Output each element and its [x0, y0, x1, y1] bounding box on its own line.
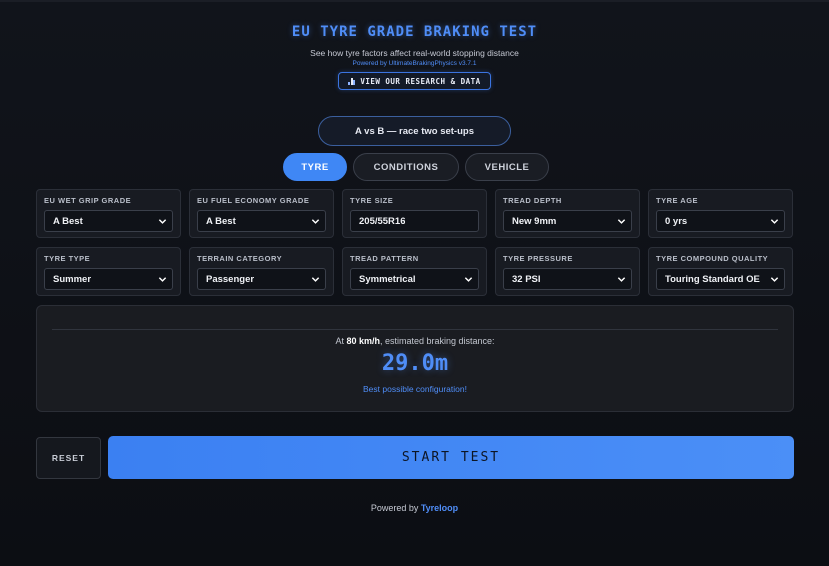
field-label: TYRE TYPE	[44, 254, 91, 263]
settings-row: EU WET GRIP GRADE A Best EU FUEL ECONOMY…	[36, 189, 794, 238]
chevron-down-icon	[464, 275, 473, 284]
tyre-size-field: TYRE SIZE 205/55R16	[342, 189, 487, 238]
compare-setups-button[interactable]: A vs B — race two set-ups	[318, 116, 511, 146]
footer-credit: Powered by Tyreloop	[0, 503, 829, 513]
result-note: Best possible configuration!	[363, 384, 467, 394]
chevron-down-icon	[770, 217, 779, 226]
header: EU TYRE GRADE BRAKING TEST See how tyre …	[0, 24, 829, 90]
select-value: Symmetrical	[359, 273, 416, 285]
research-data-button[interactable]: VIEW OUR RESEARCH & DATA	[338, 72, 491, 90]
select-value: Passenger	[206, 273, 255, 285]
tyreloop-link[interactable]: Tyreloop	[421, 503, 458, 513]
page-subtitle: See how tyre factors affect real-world s…	[310, 48, 519, 58]
tread-depth-field: TREAD DEPTH New 9mm	[495, 189, 640, 238]
settings-tabs: TYRE CONDITIONS VEHICLE	[283, 153, 549, 181]
settings-row: TYRE TYPE Summer TERRAIN CATEGORY Passen…	[36, 247, 794, 296]
tyre-settings-grid: EU WET GRIP GRADE A Best EU FUEL ECONOMY…	[36, 189, 794, 305]
physics-engine-credit: Powered by UltimateBrakingPhysics v3.7.1	[352, 60, 477, 67]
chevron-down-icon	[311, 275, 320, 284]
tyre-type-select[interactable]: Summer	[44, 268, 173, 290]
tyre-pressure-field: TYRE PRESSURE 32 PSI	[495, 247, 640, 296]
select-value: A Best	[206, 215, 236, 227]
tyre-type-field: TYRE TYPE Summer	[36, 247, 181, 296]
wet-grip-field: EU WET GRIP GRADE A Best	[36, 189, 181, 238]
tab-conditions[interactable]: CONDITIONS	[353, 153, 459, 181]
select-value: Summer	[53, 273, 92, 285]
field-label: TYRE AGE	[656, 196, 699, 205]
result-panel: At 80 km/h, estimated braking distance: …	[36, 305, 794, 412]
field-label: TREAD DEPTH	[503, 196, 562, 205]
page-title: EU TYRE GRADE BRAKING TEST	[291, 24, 538, 40]
select-value: New 9mm	[512, 215, 557, 227]
result-description: At 80 km/h, estimated braking distance:	[37, 336, 793, 346]
field-label: TYRE COMPOUND QUALITY	[656, 254, 769, 263]
fuel-economy-select[interactable]: A Best	[197, 210, 326, 232]
tyre-size-input[interactable]: 205/55R16	[350, 210, 479, 232]
result-prefix: At	[335, 336, 347, 346]
tyre-age-select[interactable]: 0 yrs	[656, 210, 785, 232]
field-label: TREAD PATTERN	[350, 254, 419, 263]
tread-pattern-field: TREAD PATTERN Symmetrical	[342, 247, 487, 296]
chevron-down-icon	[158, 275, 167, 284]
footer-prefix: Powered by	[370, 503, 421, 513]
fuel-economy-field: EU FUEL ECONOMY GRADE A Best	[189, 189, 334, 238]
field-label: EU WET GRIP GRADE	[44, 196, 132, 205]
field-label: EU FUEL ECONOMY GRADE	[197, 196, 310, 205]
input-value: 205/55R16	[359, 215, 406, 227]
select-value: Touring Standard OE	[665, 273, 760, 285]
start-test-button[interactable]: START TEST	[108, 436, 794, 479]
chevron-down-icon	[770, 275, 779, 284]
wet-grip-select[interactable]: A Best	[44, 210, 173, 232]
bar-chart-icon	[348, 77, 356, 85]
chevron-down-icon	[617, 275, 626, 284]
select-value: 0 yrs	[665, 215, 688, 227]
field-label: TYRE SIZE	[350, 196, 394, 205]
reset-button[interactable]: RESET	[36, 437, 101, 479]
chevron-down-icon	[617, 217, 626, 226]
divider	[52, 329, 778, 330]
chevron-down-icon	[158, 217, 167, 226]
tread-pattern-select[interactable]: Symmetrical	[350, 268, 479, 290]
result-speed: 80 km/h	[346, 336, 380, 346]
chevron-down-icon	[311, 217, 320, 226]
select-value: A Best	[53, 215, 83, 227]
tread-depth-select[interactable]: New 9mm	[503, 210, 632, 232]
tyre-pressure-select[interactable]: 32 PSI	[503, 268, 632, 290]
tab-tyre[interactable]: TYRE	[283, 153, 347, 181]
compound-quality-select[interactable]: Touring Standard OE	[656, 268, 785, 290]
app-frame: EU TYRE GRADE BRAKING TEST See how tyre …	[0, 0, 829, 566]
field-label: TERRAIN CATEGORY	[197, 254, 283, 263]
braking-distance-value: 29.0m	[381, 351, 449, 376]
tab-vehicle[interactable]: VEHICLE	[465, 153, 549, 181]
select-value: 32 PSI	[512, 273, 541, 285]
terrain-category-select[interactable]: Passenger	[197, 268, 326, 290]
research-data-label: VIEW OUR RESEARCH & DATA	[360, 76, 481, 86]
terrain-category-field: TERRAIN CATEGORY Passenger	[189, 247, 334, 296]
field-label: TYRE PRESSURE	[503, 254, 573, 263]
tyre-age-field: TYRE AGE 0 yrs	[648, 189, 793, 238]
compound-quality-field: TYRE COMPOUND QUALITY Touring Standard O…	[648, 247, 793, 296]
result-suffix: , estimated braking distance:	[379, 336, 495, 346]
